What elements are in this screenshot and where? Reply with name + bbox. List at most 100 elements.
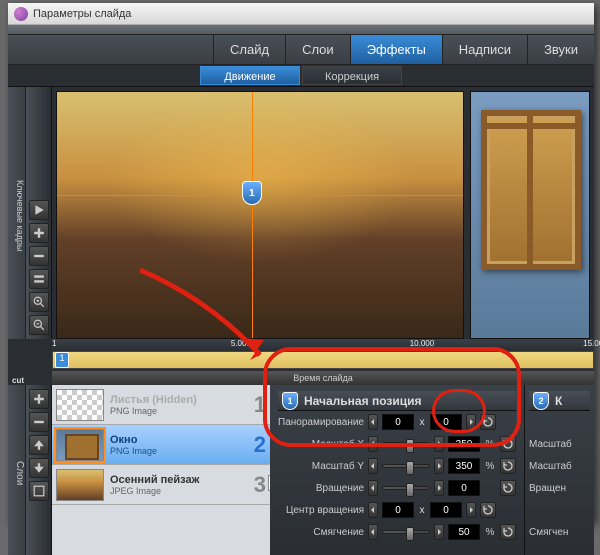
param-label: Смягчен [529,527,589,538]
rotate-slider[interactable] [382,486,430,490]
scaley-input[interactable]: 350 [448,458,480,474]
increment-button[interactable] [434,436,444,452]
param-label: Масштаб [529,439,589,450]
layers-toolbar [26,385,52,555]
tab-layers[interactable]: Слои [285,35,350,64]
layer-title: Осенний пейзаж [110,474,250,486]
param-label: Смягчение [278,527,364,538]
timeline-track[interactable]: 1 [52,351,594,369]
panel-title: К [555,394,562,408]
reset-button[interactable] [480,502,496,518]
ruler-mark: 10.000 [410,339,434,348]
pan-x-input[interactable]: 0 [382,414,414,430]
subtab-motion[interactable]: Движение [200,66,300,85]
increment-button[interactable] [434,524,444,540]
layer-row[interactable]: Осенний пейзаж JPEG Image 3 ✓ [52,465,270,505]
reset-button[interactable] [500,436,516,452]
layer-row[interactable]: Окно PNG Image 2 [52,425,270,465]
layer-thumbnail [56,389,104,421]
layer-subtitle: JPEG Image [110,486,250,496]
smooth-input[interactable]: 50 [448,524,480,540]
keypoint-marker[interactable]: 1 [242,181,262,205]
reset-button[interactable] [500,524,516,540]
scalex-slider[interactable] [382,442,430,446]
param-label: Вращен [529,483,589,494]
param-row-smooth: Смягчение 50 % [278,521,516,543]
move-layer-down-button[interactable] [29,458,49,478]
titlebar: Параметры слайда [8,3,594,25]
layer-subtitle: PNG Image [110,446,250,456]
app-icon [14,7,28,21]
param-row-rotate: Вращение 0 [278,477,516,499]
zoom-in-button[interactable] [29,292,49,312]
center-y-input[interactable]: 0 [430,502,462,518]
keyframes-sidebar-label[interactable]: Ключевые кадры [8,87,26,339]
ruler-mark: 1 [52,339,56,348]
main-area: Ключевые кадры 1 [8,87,594,339]
param-label: Вращение [278,483,364,494]
increment-button[interactable] [434,458,444,474]
smooth-slider[interactable] [382,530,430,534]
tab-sounds[interactable]: Звуки [527,35,594,64]
tab-slide[interactable]: Слайд [213,35,285,64]
decrement-button[interactable] [368,480,378,496]
sep-x: x [418,417,426,428]
preview-output [470,91,590,339]
layer-row[interactable]: Листья (Hidden) PNG Image 1 [52,385,270,425]
unit-label: % [484,439,496,450]
sub-tabs: Движение Коррекция [8,65,594,87]
preview-area: 1 [52,87,594,339]
toggle-visibility-button[interactable] [29,269,49,289]
params-panel-1: 1 Начальная позиция Панорамирование 0 x … [270,385,524,555]
layer-subtitle: PNG Image [110,406,250,416]
panel-header: 1 Начальная позиция [278,391,516,411]
pan-y-input[interactable]: 0 [430,414,462,430]
cut-label: cut [12,376,24,385]
unit-label: % [484,461,496,472]
param-row-pan: Панорамирование 0 x 0 [278,411,516,433]
add-keyframe-button[interactable] [29,223,49,243]
tab-effects[interactable]: Эффекты [350,35,442,64]
zoom-out-button[interactable] [29,315,49,335]
keyframes-toolbar [26,87,52,339]
timeline-keyframe-marker[interactable]: 1 [55,352,69,368]
layer-thumbnail [56,429,104,461]
param-row-scalex: Масштаб X 350 % [278,433,516,455]
decrement-button[interactable] [368,524,378,540]
main-tabs: Слайд Слои Эффекты Надписи Звуки [8,35,594,65]
ruler-mark: 15.000 [583,339,600,348]
reset-button[interactable] [500,480,516,496]
reset-button[interactable] [480,414,496,430]
param-label: Центр вращения [278,505,364,516]
reset-button[interactable] [500,458,516,474]
remove-layer-button[interactable] [29,412,49,432]
decrement-button[interactable] [368,502,378,518]
param-row-center: Центр вращения 0 x 0 [278,499,516,521]
move-layer-up-button[interactable] [29,435,49,455]
add-layer-button[interactable] [29,389,49,409]
timeline-ruler[interactable]: 1 5.000 10.000 15.000 [52,339,594,351]
panel-badge: 2 [533,392,549,410]
increment-button[interactable] [466,502,476,518]
subtab-correction[interactable]: Коррекция [302,66,402,85]
rotate-input[interactable]: 0 [448,480,480,496]
preview-main[interactable]: 1 [56,91,464,339]
increment-button[interactable] [434,480,444,496]
decrement-button[interactable] [368,458,378,474]
panel-badge: 1 [282,392,298,410]
play-button[interactable] [29,200,49,220]
layers-sidebar-label[interactable]: Слои [8,385,26,555]
delete-keyframe-button[interactable] [29,246,49,266]
center-x-input[interactable]: 0 [382,502,414,518]
scalex-input[interactable]: 350 [448,436,480,452]
layer-number: 1 [254,392,266,418]
panel-header: 2 К [529,391,590,411]
param-label: Масштаб Y [278,461,364,472]
timeline-caption: Время слайда [52,371,594,385]
layer-options-button[interactable] [29,481,49,501]
decrement-button[interactable] [368,436,378,452]
tab-captions[interactable]: Надписи [442,35,527,64]
decrement-button[interactable] [368,414,378,430]
scaley-slider[interactable] [382,464,430,468]
increment-button[interactable] [466,414,476,430]
